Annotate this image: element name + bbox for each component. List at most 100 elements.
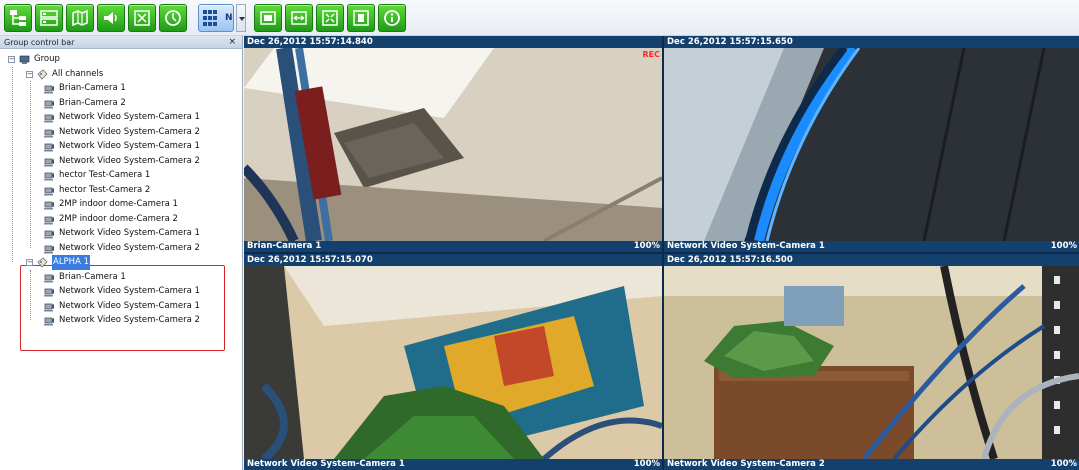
tree-connector-line xyxy=(30,269,31,321)
layout-dropdown-icon[interactable] xyxy=(236,4,246,32)
camera-icon xyxy=(44,156,55,167)
channel-label: Brian-Camera 1 xyxy=(59,83,126,93)
tree-root-group[interactable]: − Group xyxy=(0,52,242,67)
collapse-icon[interactable]: − xyxy=(8,56,15,63)
audio-icon[interactable] xyxy=(97,4,125,32)
channel-label: Network Video System-Camera 1 xyxy=(59,286,200,296)
close-icon[interactable]: × xyxy=(228,36,236,49)
tree-channel[interactable]: 2MP indoor dome-Camera 2 xyxy=(0,212,242,227)
tree-channel[interactable]: Brian-Camera 1 xyxy=(0,81,242,96)
channel-label: Brian-Camera 1 xyxy=(59,271,126,282)
tree-channel[interactable]: Network Video System-Camera 1 xyxy=(0,299,242,314)
camera-name-label: Network Video System-Camera 1 xyxy=(244,459,662,470)
tree-group-0[interactable]: − All channels xyxy=(0,67,242,82)
fullscreen-icon[interactable] xyxy=(128,4,156,32)
tree-channel[interactable]: Network Video System-Camera 2 xyxy=(0,241,242,256)
camera-icon xyxy=(44,141,55,152)
channel-label: Network Video System-Camera 2 xyxy=(59,242,200,253)
channel-label: Network Video System-Camera 2 xyxy=(59,126,200,137)
stretch-icon[interactable] xyxy=(285,4,313,32)
camera-feed-image xyxy=(664,266,1079,459)
tree-group-1[interactable]: − ALPHA 1 xyxy=(0,255,242,270)
camera-icon xyxy=(44,83,55,94)
device-list-icon[interactable] xyxy=(35,4,63,32)
camera-icon xyxy=(44,98,55,109)
tree-channel[interactable]: hector Test-Camera 2 xyxy=(0,183,242,198)
tree-group-label: ALPHA 1 xyxy=(52,255,90,270)
expand-icon[interactable] xyxy=(316,4,344,32)
timestamp-label: Dec 26,2012 15:57:14.840 xyxy=(244,36,662,48)
fit-icon[interactable] xyxy=(347,4,375,32)
group-tree-icon[interactable] xyxy=(4,4,32,32)
tree-channel[interactable]: Network Video System-Camera 2 xyxy=(0,125,242,140)
channel-label: hector Test-Camera 2 xyxy=(59,184,151,195)
video-view-4[interactable]: Dec 26,2012 15:57:16.500 Network Video S… xyxy=(664,254,1079,470)
tag-icon xyxy=(37,257,48,268)
tree-root-label: Group xyxy=(34,54,60,64)
zoom-percent: 100% xyxy=(1050,459,1077,469)
tree-group-label: All channels xyxy=(52,68,104,79)
channel-label: Network Video System-Camera 2 xyxy=(59,155,200,166)
tree-channel[interactable]: Network Video System-Camera 1 xyxy=(0,139,242,154)
tree-channel[interactable]: 2MP indoor dome-Camera 1 xyxy=(0,197,242,212)
panel-header: Group control bar × xyxy=(0,36,242,49)
camera-icon xyxy=(44,301,55,312)
tag-icon xyxy=(37,68,48,80)
tree-channel[interactable]: Brian-Camera 1 xyxy=(0,270,242,285)
video-view-1[interactable]: Dec 26,2012 15:57:14.840 REC Brian-Camer… xyxy=(244,36,662,252)
channel-label: Network Video System-Camera 1 xyxy=(59,300,200,311)
channel-label: Network Video System-Camera 2 xyxy=(59,315,200,325)
group-control-panel: Group control bar × − Group − All channels B… xyxy=(0,36,243,470)
camera-name-label: Network Video System-Camera 2 xyxy=(664,459,1079,470)
tree-channel[interactable]: Network Video System-Camera 2 xyxy=(0,313,242,328)
tree-channel[interactable]: Network Video System-Camera 1 xyxy=(0,110,242,125)
zoom-percent: 100% xyxy=(633,459,660,469)
channel-label: Network Video System-Camera 1 xyxy=(59,141,200,151)
tree-connector-line xyxy=(30,81,31,248)
group-tree: − Group − All channels Brian-Camera 1 Brian-C… xyxy=(0,49,242,351)
collapse-icon[interactable]: − xyxy=(26,259,33,266)
camera-name-label: Brian-Camera 1 xyxy=(244,241,662,252)
collapse-icon[interactable]: − xyxy=(26,70,33,78)
camera-icon xyxy=(44,112,55,123)
tree-channel[interactable]: Network Video System-Camera 1 xyxy=(0,284,242,299)
camera-feed-image xyxy=(244,48,662,241)
playback-icon[interactable] xyxy=(159,4,187,32)
tree-channel[interactable]: Brian-Camera 2 xyxy=(0,96,242,111)
tree-channel[interactable]: Network Video System-Camera 2 xyxy=(0,154,242,169)
camera-icon xyxy=(44,185,55,196)
channel-label: 2MP indoor dome-Camera 2 xyxy=(59,213,178,224)
channel-label: 2MP indoor dome-Camera 1 xyxy=(59,199,178,209)
channel-label: Network Video System-Camera 1 xyxy=(59,112,200,122)
main-toolbar: N xyxy=(0,0,1079,36)
channel-label: Brian-Camera 2 xyxy=(59,97,126,108)
camera-icon xyxy=(44,214,55,225)
layout-icon[interactable]: N xyxy=(198,4,234,32)
camera-icon xyxy=(44,315,55,326)
single-view-icon[interactable] xyxy=(254,4,282,32)
video-grid: Dec 26,2012 15:57:14.840 REC Brian-Camer… xyxy=(244,36,1079,470)
camera-feed-image xyxy=(244,266,662,459)
timestamp-label: Dec 26,2012 15:57:16.500 xyxy=(664,254,1079,266)
camera-feed-image xyxy=(664,48,1079,241)
map-icon[interactable] xyxy=(66,4,94,32)
video-view-2[interactable]: Dec 26,2012 15:57:15.650 Network Video S… xyxy=(664,36,1079,252)
tree-connector-line xyxy=(12,66,13,263)
nvr-client-window: N Group control bar × − Group − All channel… xyxy=(0,0,1079,470)
tree-channel[interactable]: Network Video System-Camera 1 xyxy=(0,226,242,241)
tree-channel[interactable]: hector Test-Camera 1 xyxy=(0,168,242,183)
camera-icon xyxy=(44,272,55,283)
channel-label: hector Test-Camera 1 xyxy=(59,170,151,180)
camera-icon xyxy=(44,170,55,181)
camera-icon xyxy=(44,286,55,297)
camera-icon xyxy=(44,228,55,239)
video-view-3[interactable]: Dec 26,2012 15:57:15.070 Network Video S… xyxy=(244,254,662,470)
info-icon[interactable] xyxy=(378,4,406,32)
monitor-icon xyxy=(19,54,30,65)
camera-icon xyxy=(44,127,55,138)
zoom-percent: 100% xyxy=(633,241,660,251)
rec-indicator: REC xyxy=(642,50,661,59)
timestamp-label: Dec 26,2012 15:57:15.650 xyxy=(664,36,1079,48)
zoom-percent: 100% xyxy=(1050,241,1077,251)
layout-label: N xyxy=(225,13,233,23)
